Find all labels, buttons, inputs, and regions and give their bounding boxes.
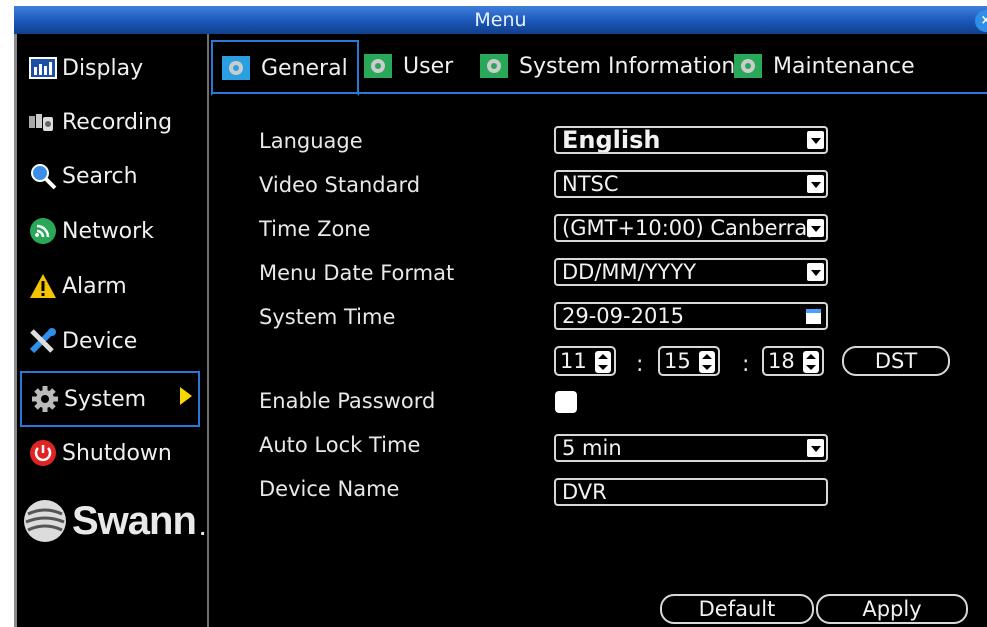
title-bar: Menu ×: [14, 6, 987, 34]
calendar-icon[interactable]: [806, 309, 821, 324]
language-select[interactable]: English: [554, 126, 828, 154]
chevron-down-icon[interactable]: [807, 175, 824, 193]
tab-general[interactable]: General: [211, 40, 359, 96]
settings-tab-icon: [222, 56, 250, 80]
tab-label: User: [403, 53, 454, 79]
swann-logo: Swann .: [22, 498, 205, 544]
tab-system-information[interactable]: System Information: [479, 40, 735, 92]
menu-date-format-select[interactable]: DD/MM/YYYY: [554, 258, 828, 286]
time-separator: :: [742, 352, 750, 377]
selected-arrow-icon: [180, 387, 192, 405]
recording-icon: [28, 107, 58, 137]
gear-icon: [30, 384, 60, 414]
swann-logo-icon: [24, 500, 66, 542]
auto-lock-time-label: Auto Lock Time: [259, 433, 421, 457]
sidebar-item-shutdown[interactable]: Shutdown: [20, 429, 200, 477]
minute-stepper[interactable]: 15: [658, 346, 720, 376]
window-title: Menu: [474, 9, 527, 31]
maintenance-tab-icon: [734, 54, 762, 78]
chevron-down-icon[interactable]: [807, 439, 824, 457]
tab-label: General: [261, 55, 348, 81]
display-icon: [28, 53, 58, 83]
dst-button[interactable]: DST: [842, 346, 950, 376]
enable-password-label: Enable Password: [259, 389, 436, 413]
second-value: 18: [768, 349, 795, 373]
enable-password-checkbox[interactable]: [555, 391, 577, 413]
tab-bar: General User System Information Maintena…: [211, 40, 987, 96]
auto-lock-time-select[interactable]: 5 min: [554, 434, 828, 462]
sidebar-item-recording[interactable]: Recording: [20, 98, 200, 146]
sidebar-item-device[interactable]: Device: [20, 317, 200, 365]
device-icon: [28, 326, 58, 356]
hour-stepper[interactable]: 11: [554, 346, 616, 376]
sidebar-item-search[interactable]: Search: [20, 152, 200, 200]
tab-label: System Information: [519, 53, 736, 79]
system-date-value: 29-09-2015: [562, 304, 685, 328]
power-icon: [28, 438, 58, 468]
tab-maintenance[interactable]: Maintenance: [733, 40, 915, 92]
stepper-arrows-icon[interactable]: [595, 351, 611, 373]
default-button[interactable]: Default: [660, 594, 814, 624]
sidebar-divider: [207, 34, 209, 627]
time-separator: :: [636, 352, 644, 377]
video-standard-label: Video Standard: [259, 173, 421, 197]
system-date-field[interactable]: 29-09-2015: [554, 302, 828, 330]
alarm-icon: [28, 271, 58, 301]
sidebar-item-label: Shutdown: [62, 440, 172, 466]
apply-button[interactable]: Apply: [816, 594, 968, 624]
device-name-value: DVR: [562, 480, 607, 504]
tab-label: Maintenance: [773, 53, 915, 79]
time-zone-select[interactable]: (GMT+10:00) Canberra,: [554, 214, 828, 242]
video-standard-value: NTSC: [562, 172, 619, 196]
tab-user[interactable]: User: [363, 40, 453, 92]
minute-value: 15: [664, 349, 691, 373]
time-zone-label: Time Zone: [259, 217, 371, 241]
stepper-arrows-icon[interactable]: [803, 351, 819, 373]
sidebar-item-system[interactable]: System: [20, 371, 200, 427]
menu-date-format-label: Menu Date Format: [259, 261, 455, 285]
time-zone-value: (GMT+10:00) Canberra,: [562, 216, 814, 240]
hour-value: 11: [560, 349, 587, 373]
logo-mark: .: [199, 517, 205, 540]
logo-text: Swann: [72, 498, 197, 543]
system-time-label: System Time: [259, 305, 396, 329]
user-tab-icon: [364, 54, 392, 78]
sidebar-item-label: Search: [62, 163, 138, 189]
sidebar-item-label: Network: [62, 218, 154, 244]
device-name-input[interactable]: DVR: [554, 478, 828, 506]
dvr-menu-window: Menu × Display Recording Search Network …: [14, 6, 987, 627]
sidebar-item-display[interactable]: Display: [20, 44, 200, 92]
sidebar-item-label: Device: [62, 328, 138, 354]
sidebar-item-label: Display: [62, 55, 144, 81]
left-edge-bar: [14, 34, 17, 627]
device-name-label: Device Name: [259, 477, 400, 501]
system-information-tab-icon: [480, 54, 508, 78]
chevron-down-icon[interactable]: [807, 219, 824, 237]
sidebar-item-label: Recording: [62, 109, 173, 135]
language-value: English: [562, 126, 661, 154]
date-format-value: DD/MM/YYYY: [562, 260, 697, 284]
sidebar-item-label: Alarm: [62, 273, 127, 299]
network-icon: [28, 216, 58, 246]
chevron-down-icon[interactable]: [807, 131, 824, 149]
second-stepper[interactable]: 18: [762, 346, 824, 376]
close-icon[interactable]: ×: [975, 10, 987, 32]
language-label: Language: [259, 129, 363, 153]
auto-lock-value: 5 min: [562, 436, 622, 460]
chevron-down-icon[interactable]: [807, 263, 824, 281]
sidebar-item-network[interactable]: Network: [20, 207, 200, 255]
sidebar-item-label: System: [64, 386, 147, 412]
search-icon: [28, 161, 58, 191]
stepper-arrows-icon[interactable]: [699, 351, 715, 373]
sidebar-item-alarm[interactable]: Alarm: [20, 262, 200, 310]
video-standard-select[interactable]: NTSC: [554, 170, 828, 198]
